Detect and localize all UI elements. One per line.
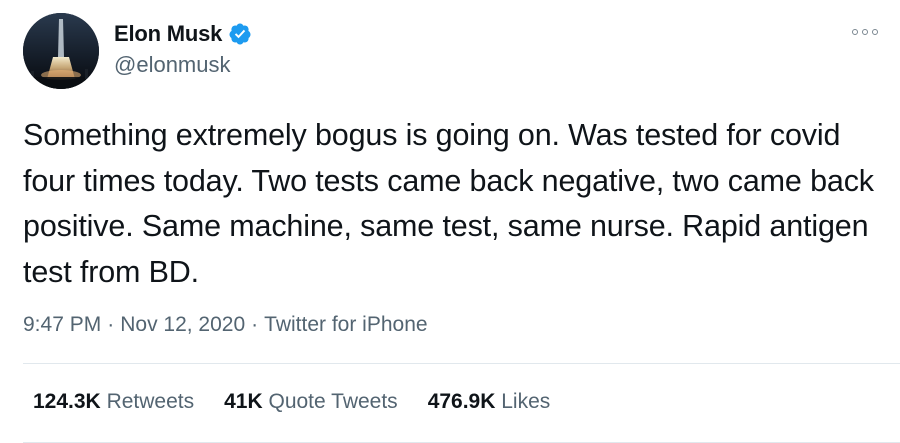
meta-separator: · [107, 313, 115, 336]
handle[interactable]: @elonmusk [114, 52, 252, 78]
stat-label: Quote Tweets [268, 390, 398, 413]
more-dot [862, 29, 868, 35]
stat-quote-tweets[interactable]: 41K Quote Tweets [224, 390, 398, 414]
rocket-launch-avatar-icon [23, 13, 99, 89]
meta-separator: · [251, 313, 259, 336]
display-name[interactable]: Elon Musk [114, 21, 222, 47]
tweet-source[interactable]: Twitter for iPhone [264, 313, 427, 337]
verified-badge-icon [229, 23, 251, 45]
tweet-meta: 9:47 PM · Nov 12, 2020 · Twitter for iPh… [23, 313, 428, 337]
stat-retweets[interactable]: 124.3K Retweets [33, 390, 194, 414]
stat-count: 41K [224, 390, 263, 413]
tweet-date[interactable]: Nov 12, 2020 [120, 313, 245, 337]
tweet-card: Elon Musk @elonmusk Something extremely … [0, 0, 900, 443]
stat-label: Retweets [106, 390, 195, 413]
tweet-time[interactable]: 9:47 PM [23, 313, 101, 337]
name-row: Elon Musk [114, 17, 252, 51]
more-dot [852, 29, 858, 35]
divider [23, 363, 900, 364]
more-dot [872, 29, 878, 35]
stat-count: 124.3K [33, 390, 101, 413]
stat-label: Likes [501, 390, 551, 413]
stat-likes[interactable]: 476.9K Likes [428, 390, 551, 414]
avatar[interactable] [23, 13, 99, 89]
author-info: Elon Musk @elonmusk [114, 17, 252, 78]
stat-count: 476.9K [427, 390, 496, 413]
more-options-icon[interactable] [852, 26, 878, 38]
engagement-stats: 124.3K Retweets 41K Quote Tweets 476.9K … [33, 390, 580, 414]
tweet-text: Something extremely bogus is going on. W… [23, 118, 874, 289]
